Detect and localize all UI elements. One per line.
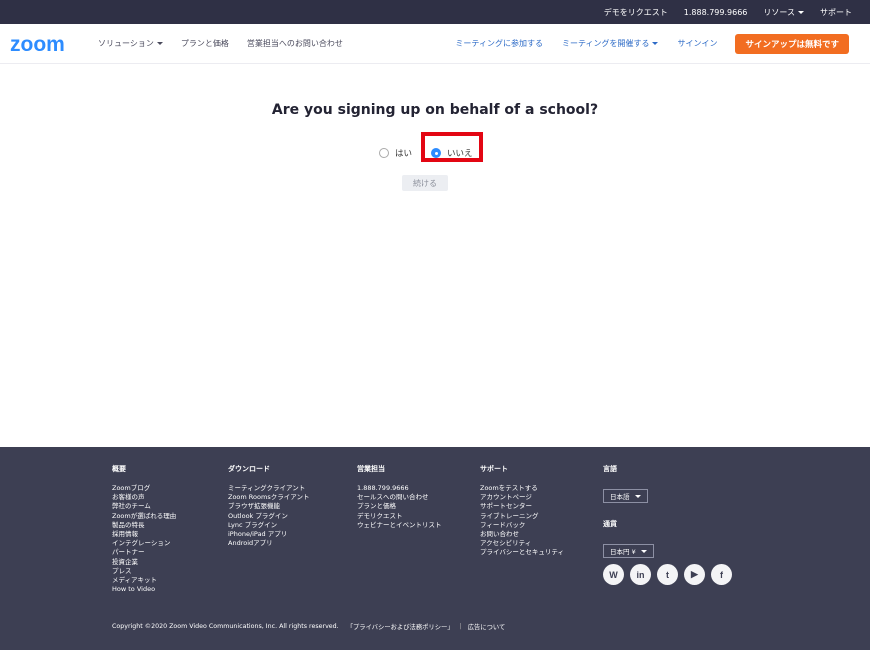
currency-heading: 通貨 [603,520,617,528]
host-meeting-menu[interactable]: ミーティングを開催する [562,38,659,49]
footer-link[interactable]: iPhone/iPad アプリ [228,530,309,539]
continue-button[interactable]: 続ける [402,175,448,191]
main-header: zoom ソリューション プランと価格 営業担当へのお問い合わせ ミーティングに… [0,24,870,64]
sign-in-link[interactable]: サインイン [677,38,717,49]
footer-column-support: サポート Zoomをテストする アカウントページ サポートセンター ライブトレー… [480,464,564,558]
resources-label: リソース [763,7,795,17]
copyright-bar: Copyright ©2020 Zoom Video Communication… [112,622,511,631]
language-value: 日本語 [610,493,630,501]
footer-link[interactable]: Zoomをテストする [480,484,564,493]
chevron-down-icon [634,494,641,498]
footer-link[interactable]: ウェビナーとイベントリスト [357,521,442,530]
footer-link[interactable]: 採用情報 [112,530,176,539]
site-footer: 概要 Zoomブログ お客様の声 弊社のチーム Zoomが選ばれる理由 製品の特… [0,447,870,650]
support-link[interactable]: サポート [820,7,852,18]
sign-up-free-button[interactable]: サインアップは無料です [735,33,849,54]
footer-link[interactable]: How to Video [112,585,176,594]
footer-link[interactable]: Androidアプリ [228,539,309,548]
radio-checked-icon[interactable] [431,148,441,158]
footer-link[interactable]: フィードバック [480,521,564,530]
solutions-menu[interactable]: ソリューション [98,38,163,49]
currency-value: 日本円 ¥ [610,548,636,556]
footer-link[interactable]: インテグレーション [112,539,176,548]
twitter-icon[interactable]: t [657,564,678,585]
footer-link[interactable]: Lync プラグイン [228,521,309,530]
top-utility-bar: デモをリクエスト 1.888.799.9666 リソース サポート [0,0,870,24]
chevron-down-icon [156,42,163,45]
footer-link[interactable]: パートナー [112,548,176,557]
footer-link[interactable]: 1.888.799.9666 [357,484,442,493]
phone-link[interactable]: 1.888.799.9666 [684,8,748,17]
page-title: Are you signing up on behalf of a school… [271,102,599,118]
secondary-nav: ミーティングに参加する ミーティングを開催する サインイン サインアップは無料で… [436,33,849,54]
footer-column-settings: 言語 日本語 通貨 日本円 ¥ [603,464,654,574]
facebook-icon[interactable]: f [711,564,732,585]
wordpress-icon[interactable]: W [603,564,624,585]
plans-pricing-link[interactable]: プランと価格 [181,38,229,49]
radio-label-no: いいえ [447,149,473,159]
language-heading: 言語 [603,465,617,473]
footer-column-sales: 営業担当 1.888.799.9666 セールスへの問い合わせ プランと価格 デ… [357,464,442,530]
primary-nav: ソリューション プランと価格 営業担当へのお問い合わせ [98,38,361,49]
join-meeting-link[interactable]: ミーティングに参加する [455,38,543,49]
resources-menu[interactable]: リソース [763,7,804,18]
zoom-logo[interactable]: zoom [10,34,78,54]
logo-text: zoom [10,34,65,54]
footer-link[interactable]: プライバシーとセキュリティ [480,548,564,557]
footer-link[interactable]: アクセシビリティ [480,539,564,548]
currency-select[interactable]: 日本円 ¥ [603,544,654,558]
chevron-down-icon [798,10,804,14]
linkedin-icon[interactable]: in [630,564,651,585]
footer-column-download: ダウンロード ミーティングクライアント Zoom Roomsクライアント ブラウ… [228,464,309,548]
host-meeting-label: ミーティングを開催する [561,39,650,48]
footer-link[interactable]: Outlook プラグイン [228,512,309,521]
copyright-text: Copyright ©2020 Zoom Video Communication… [112,623,339,630]
footer-link[interactable]: Zoomブログ [112,484,176,493]
footer-heading: 概要 [112,465,126,473]
footer-column-about: 概要 Zoomブログ お客様の声 弊社のチーム Zoomが選ばれる理由 製品の特… [112,464,176,594]
language-select[interactable]: 日本語 [603,489,648,503]
footer-link[interactable]: ライブトレーニング [480,512,564,521]
solutions-label: ソリューション [98,39,154,48]
privacy-policy-link[interactable]: 「プライバシーおよび法務ポリシー」 [347,622,454,631]
request-demo-link[interactable]: デモをリクエスト [604,7,668,18]
divider: | [459,623,462,630]
radio-option-no[interactable]: いいえ [431,147,473,159]
zoom-logo-icon: zoom [10,34,65,54]
signup-question-panel: Are you signing up on behalf of a school… [0,64,870,447]
footer-link[interactable]: デモリクエスト [357,512,442,521]
chevron-down-icon [640,549,647,553]
contact-sales-link[interactable]: 営業担当へのお問い合わせ [247,38,343,49]
footer-link[interactable]: サポートセンター [480,502,564,511]
footer-heading: 営業担当 [357,465,385,473]
youtube-icon[interactable]: ▶ [684,564,705,585]
footer-link[interactable]: Zoomが選ばれる理由 [112,512,176,521]
school-radio-group: はい いいえ [0,139,870,169]
chevron-down-icon [652,42,659,45]
footer-heading: ダウンロード [228,465,270,473]
social-links: W in t ▶ f [603,564,738,585]
footer-link[interactable]: ミーティングクライアント [228,484,309,493]
footer-link[interactable]: お問い合わせ [480,530,564,539]
footer-link[interactable]: ブラウザ拡張機能 [228,502,309,511]
footer-link[interactable]: 弊社のチーム [112,502,176,511]
footer-heading: サポート [480,465,508,473]
footer-link[interactable]: 投資企業 [112,558,176,567]
radio-unchecked-icon[interactable] [379,148,389,158]
footer-link[interactable]: 製品の特長 [112,521,176,530]
footer-link[interactable]: プランと価格 [357,502,442,511]
radio-label-yes: はい [395,149,413,159]
radio-option-yes[interactable]: はい [379,147,412,159]
footer-link[interactable]: メディアキット [112,576,176,585]
footer-link[interactable]: プレス [112,567,176,576]
ads-info-link[interactable]: 広告について [468,622,506,631]
